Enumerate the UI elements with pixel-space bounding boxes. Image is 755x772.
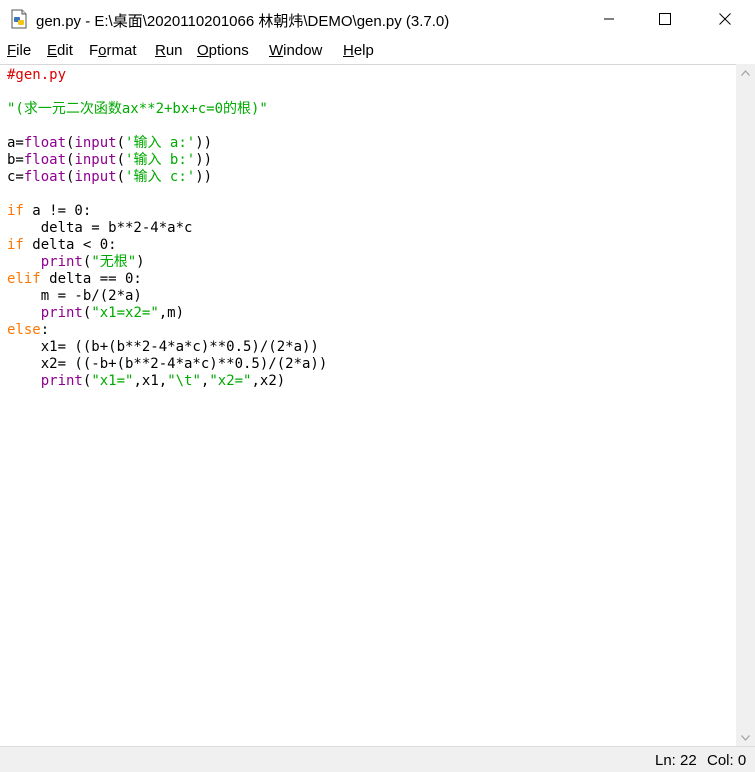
token-punct: ) xyxy=(136,254,145,270)
menu-help-accel: H xyxy=(343,42,354,59)
token-keyword: if xyxy=(7,203,24,219)
token-punct: ,m) xyxy=(158,305,185,321)
token-builtin: float xyxy=(23,135,67,151)
code-line-17: x1= ((b+(b**2-4*a*c)**0.5)/(2*a)) xyxy=(7,339,319,355)
menu-edit[interactable]: Edit xyxy=(47,42,73,59)
close-icon xyxy=(719,13,731,25)
menu-format[interactable]: Format xyxy=(89,42,137,59)
token-text: ,x1, xyxy=(133,373,168,389)
menu-options-label: ptions xyxy=(208,42,249,59)
minimize-button[interactable] xyxy=(581,0,637,38)
code-line-1: #gen.py xyxy=(7,67,67,83)
token-builtin: input xyxy=(74,169,117,185)
token-builtin: input xyxy=(74,135,117,151)
vertical-scrollbar[interactable] xyxy=(736,64,755,746)
code-line-18: x2= ((-b+(b**2-4*a*c)**0.5)/(2*a)) xyxy=(7,356,328,372)
menu-edit-label: dit xyxy=(57,42,73,59)
menu-window-label: indow xyxy=(283,42,323,59)
menu-file-accel: F xyxy=(7,42,17,59)
scroll-up-button[interactable] xyxy=(736,64,755,81)
menu-run-label: un xyxy=(165,42,183,59)
menu-bar: File Edit Format Run Options Window Help xyxy=(0,38,755,64)
token-keyword: elif xyxy=(7,271,41,287)
menu-format-accel: o xyxy=(98,42,107,59)
code-line-15: print("x1=x2=",m) xyxy=(7,305,184,321)
token-text: delta == 0: xyxy=(40,271,142,287)
menu-help[interactable]: Help xyxy=(343,42,374,59)
title-bar[interactable]: gen.py - E:\桌面\2020110201066 林朝炜\DEMO\ge… xyxy=(0,0,755,38)
token-var: c= xyxy=(7,169,24,185)
token-punct: )) xyxy=(195,152,213,168)
code-line-6: b=float(input('输入 b:')) xyxy=(7,152,212,168)
token-keyword: if xyxy=(7,237,24,253)
maximize-icon xyxy=(659,13,671,25)
menu-help-label: elp xyxy=(353,42,374,59)
code-editor[interactable]: #gen.py "(求一元二次函数ax**2+bx+c=0的根)" a=floa… xyxy=(0,64,736,747)
token-keyword: else xyxy=(7,322,41,338)
menu-window[interactable]: Window xyxy=(269,42,322,59)
menu-format-pre: F xyxy=(89,42,99,59)
token-string: "x2=" xyxy=(209,373,252,389)
line-number-indicator: Ln: 22 xyxy=(655,752,697,769)
token-builtin: float xyxy=(23,169,67,185)
menu-run[interactable]: Run xyxy=(155,42,183,59)
token-builtin: print xyxy=(40,254,83,270)
close-button[interactable] xyxy=(697,0,753,38)
minimize-icon xyxy=(604,18,614,20)
token-builtin: print xyxy=(40,305,83,321)
code-line-12: print("无根") xyxy=(7,254,145,270)
token-string: "无根" xyxy=(91,254,137,270)
scroll-down-button[interactable] xyxy=(736,729,755,746)
code-line-16: else: xyxy=(7,322,49,338)
token-string: '输入 a:' xyxy=(125,135,196,151)
code-line-5: a=float(input('输入 a:')) xyxy=(7,135,212,151)
code-line-19: print("x1=",x1,"\t","x2=",x2) xyxy=(7,373,286,389)
token-var: a= xyxy=(7,135,24,151)
token-punct: ( xyxy=(116,135,126,151)
chevron-up-icon xyxy=(741,69,750,76)
code-line-13: elif delta == 0: xyxy=(7,271,142,287)
column-number-indicator: Col: 0 xyxy=(707,752,747,769)
token-string: '输入 c:' xyxy=(125,169,196,185)
menu-run-accel: R xyxy=(155,42,166,59)
chevron-down-icon xyxy=(741,734,750,741)
menu-edit-accel: E xyxy=(47,42,58,59)
menu-window-accel: W xyxy=(269,42,284,59)
token-string: "x1=" xyxy=(91,373,134,389)
code-line-7: c=float(input('输入 c:')) xyxy=(7,169,212,185)
code-line-11: if delta < 0: xyxy=(7,237,117,253)
window-title: gen.py - E:\桌面\2020110201066 林朝炜\DEMO\ge… xyxy=(36,13,450,30)
menu-options[interactable]: Options xyxy=(197,42,249,59)
menu-file[interactable]: File xyxy=(7,42,31,59)
token-builtin: print xyxy=(40,373,83,389)
token-text: : xyxy=(40,322,50,338)
menu-options-accel: O xyxy=(197,42,209,59)
code-line-14: m = -b/(2*a) xyxy=(7,288,142,304)
code-line-9: if a != 0: xyxy=(7,203,91,219)
menu-format-label: rmat xyxy=(106,42,137,59)
token-text: delta < 0: xyxy=(23,237,117,253)
python-file-icon xyxy=(11,9,27,29)
token-punct: )) xyxy=(195,169,213,185)
token-string: "x1=x2=" xyxy=(91,305,159,321)
token-punct: ,x2) xyxy=(251,373,286,389)
menu-file-label: ile xyxy=(16,42,32,59)
token-punct: ( xyxy=(116,152,126,168)
token-punct: ( xyxy=(116,169,126,185)
token-builtin: input xyxy=(74,152,117,168)
token-punct: )) xyxy=(195,135,213,151)
token-text: a != 0: xyxy=(23,203,92,219)
code-line-3: "(求一元二次函数ax**2+bx+c=0的根)" xyxy=(7,101,268,117)
token-string: '输入 b:' xyxy=(125,152,196,168)
code-line-10: delta = b**2-4*a*c xyxy=(7,220,193,236)
maximize-button[interactable] xyxy=(637,0,693,38)
code-text[interactable]: #gen.py "(求一元二次函数ax**2+bx+c=0的根)" a=floa… xyxy=(7,67,327,390)
token-string: "\t" xyxy=(167,373,201,389)
status-bar: Ln: 22 Col: 0 xyxy=(0,746,755,772)
token-builtin: float xyxy=(23,152,67,168)
token-var: b= xyxy=(7,152,24,168)
